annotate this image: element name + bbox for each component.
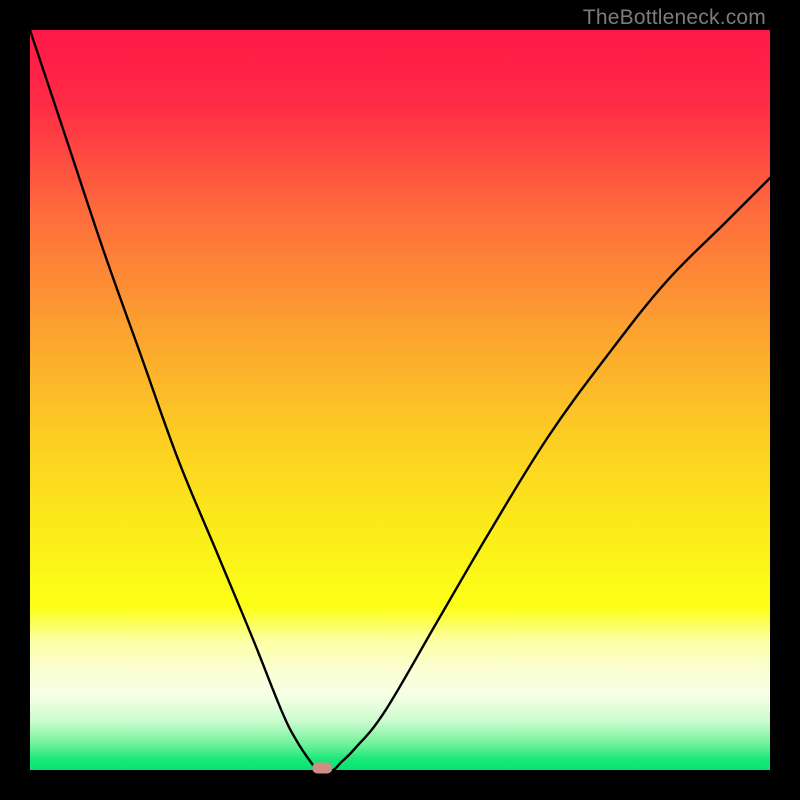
plot-area bbox=[30, 30, 770, 770]
watermark-label: TheBottleneck.com bbox=[583, 6, 766, 30]
bottleneck-curve bbox=[30, 30, 770, 771]
chart-frame: TheBottleneck.com bbox=[0, 0, 800, 800]
optimal-point-marker bbox=[312, 763, 332, 774]
curve-layer bbox=[30, 30, 770, 770]
